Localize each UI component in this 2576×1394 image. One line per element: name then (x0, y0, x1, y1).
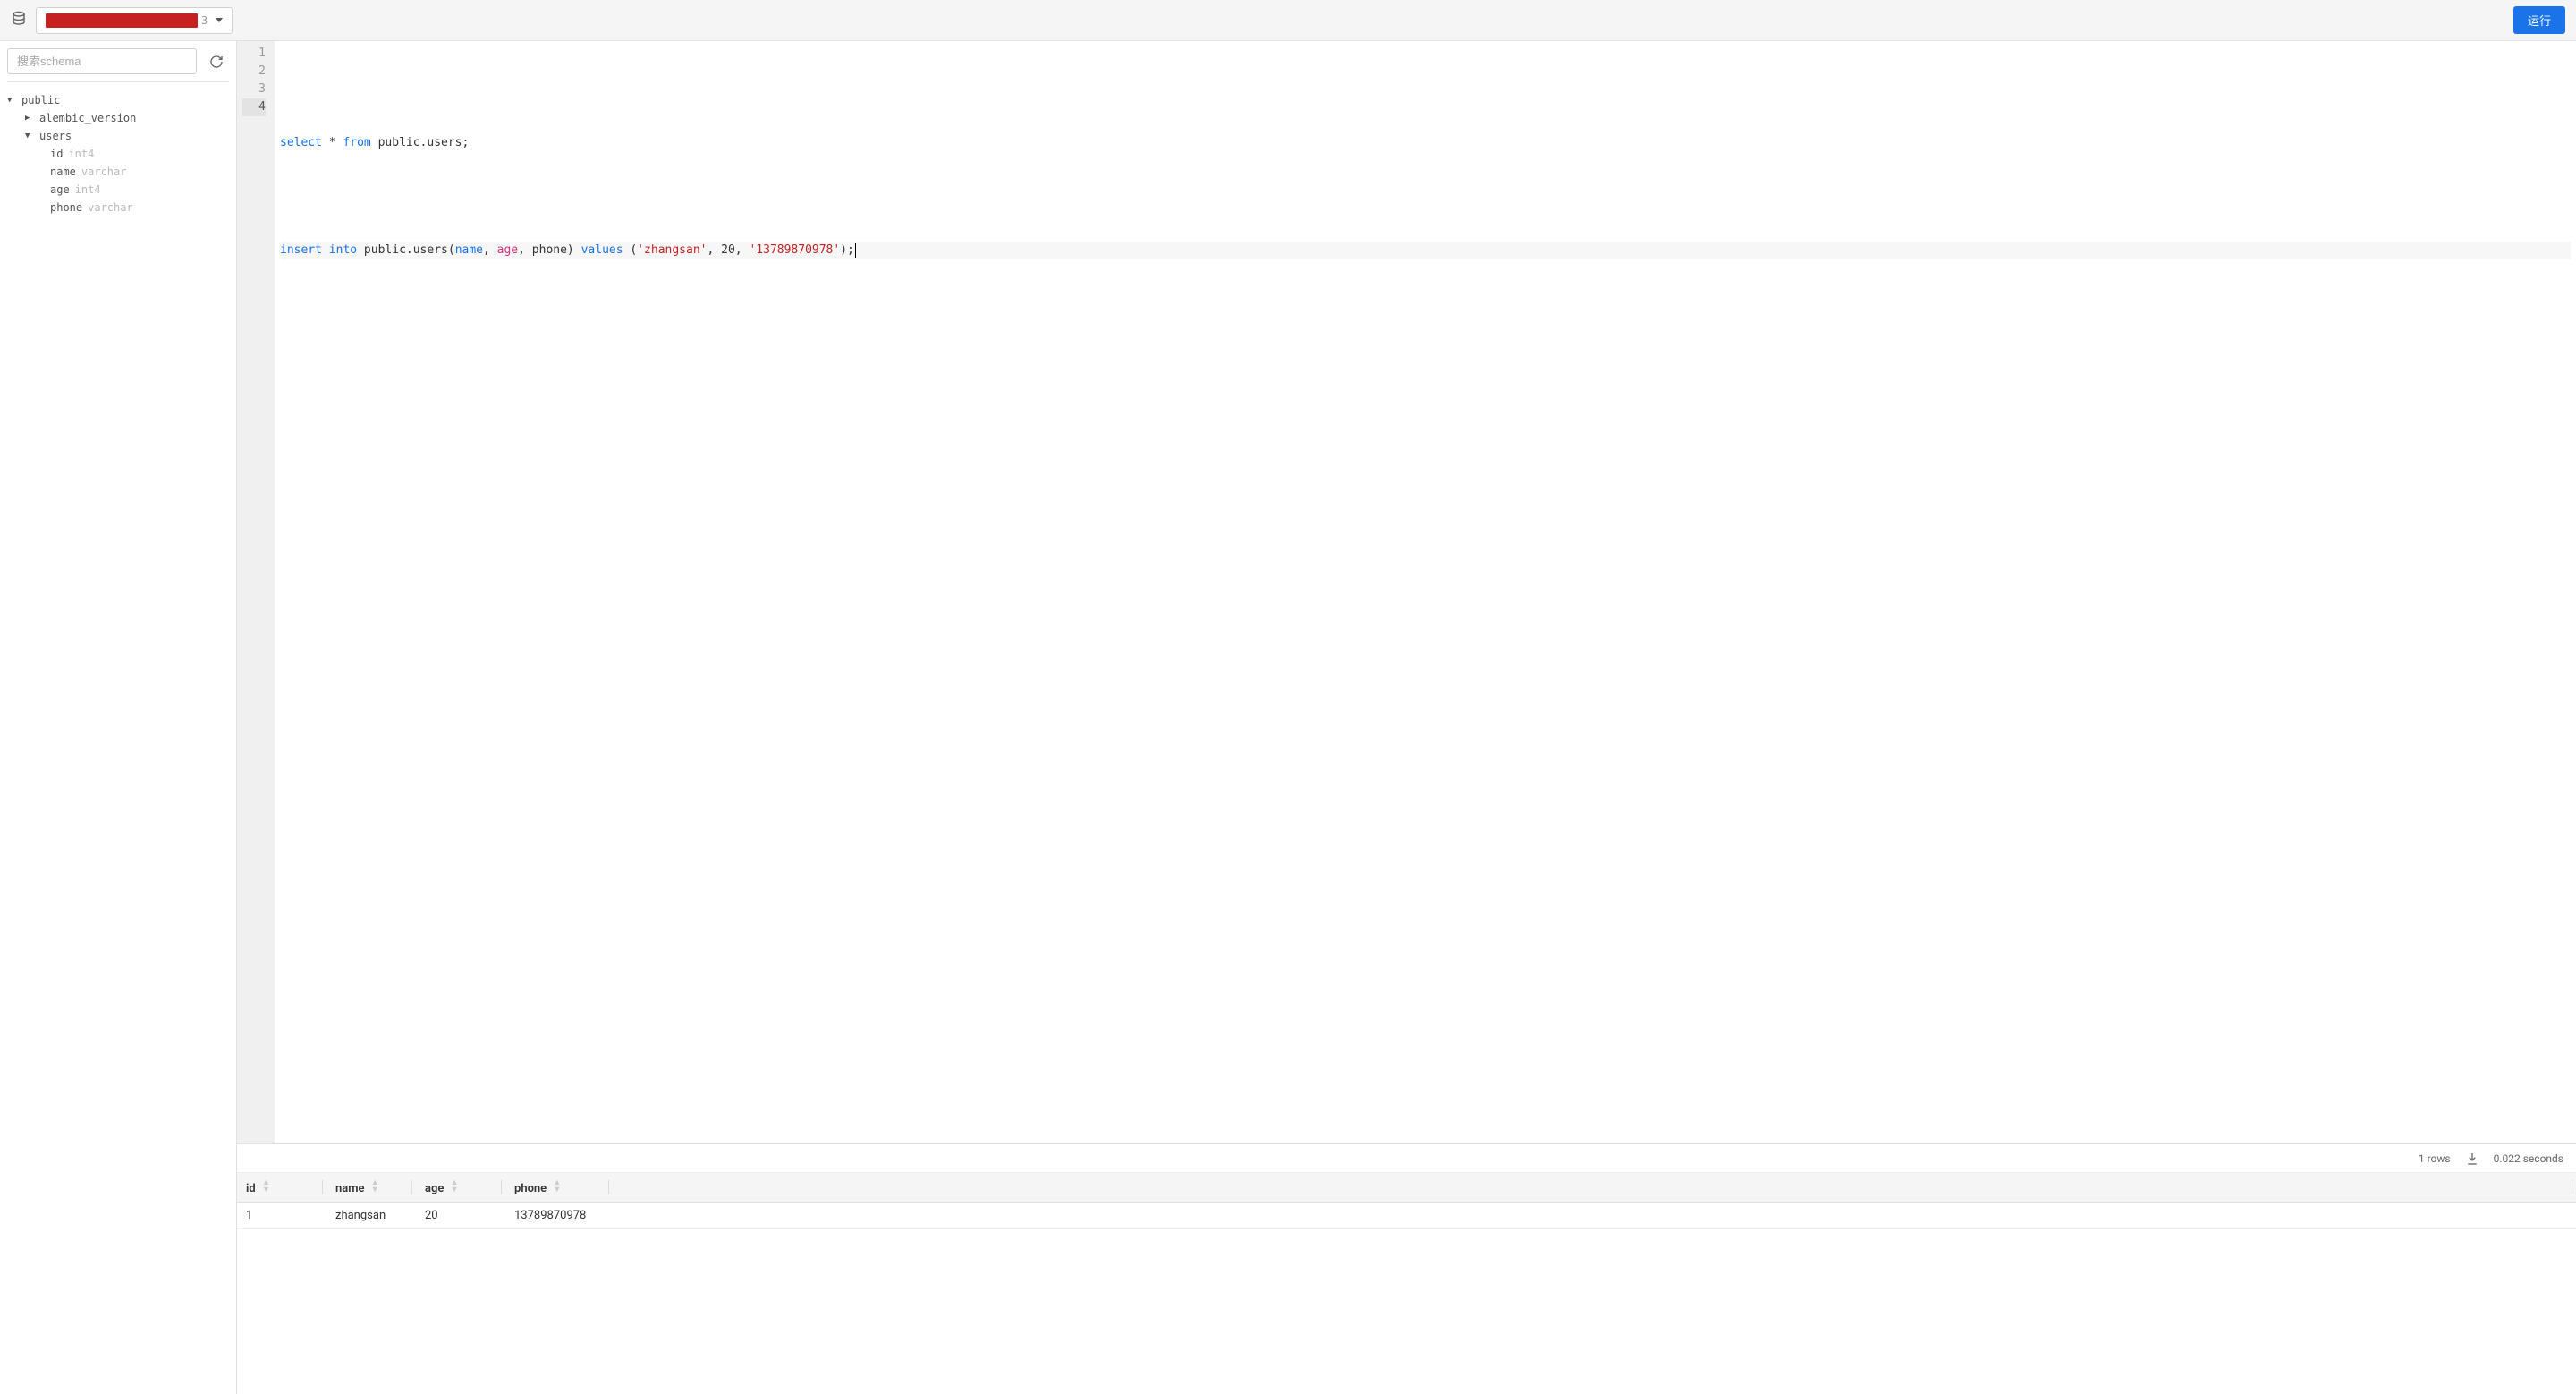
table-node-alembic-version[interactable]: ▶ alembic_version (0, 109, 236, 127)
line-number: 3 (242, 81, 266, 98)
column-node[interactable]: phone varchar (0, 199, 236, 217)
results-query-time: 0.022 seconds (2494, 1152, 2563, 1165)
column-type: varchar (88, 201, 133, 214)
column-type: varchar (81, 166, 127, 178)
column-name: age (50, 183, 70, 196)
results-row-count: 1 rows (2419, 1152, 2451, 1165)
results-header-row: id ▲▼ name ▲▼ age ▲▼ (237, 1173, 2576, 1203)
results-cell (613, 1203, 2576, 1229)
schema-name: public (21, 94, 60, 106)
refresh-schema-button[interactable] (204, 49, 229, 74)
caret-down-icon: ▼ (7, 96, 18, 105)
sql-editor[interactable]: 1 2 3 4 select * from public.users; inse… (237, 41, 2576, 1143)
schema-search-input[interactable] (7, 48, 197, 74)
caret-down-icon: ▼ (25, 132, 36, 140)
sort-icon: ▲▼ (451, 1179, 459, 1194)
schema-tree: ▼ public ▶ alembic_version ▼ users id in… (0, 88, 236, 220)
schema-node-public[interactable]: ▼ public (0, 91, 236, 109)
code-line: insert into public.users(name, age, phon… (280, 242, 2571, 259)
code-line: select * from public.users; (280, 134, 2571, 152)
results-column-header[interactable]: id ▲▼ (237, 1173, 326, 1203)
column-type: int4 (68, 148, 94, 160)
caret-down-icon (216, 18, 223, 22)
results-column-header[interactable]: name ▲▼ (326, 1173, 416, 1203)
line-number: 1 (242, 45, 266, 63)
results-status-bar: 1 rows 0.022 seconds (237, 1144, 2576, 1173)
column-name: phone (50, 201, 82, 214)
results-cell: zhangsan (326, 1203, 416, 1229)
editor-code[interactable]: select * from public.users; insert into … (275, 41, 2576, 1143)
column-node[interactable]: age int4 (0, 181, 236, 199)
column-node[interactable]: name varchar (0, 163, 236, 181)
sort-icon: ▲▼ (262, 1179, 270, 1194)
column-name: name (50, 166, 76, 178)
caret-right-icon: ▶ (25, 114, 36, 123)
results-cell: 20 (416, 1203, 505, 1229)
results-row[interactable]: 1 zhangsan 20 13789870978 (237, 1203, 2576, 1229)
table-node-users[interactable]: ▼ users (0, 127, 236, 145)
results-cell: 13789870978 (505, 1203, 613, 1229)
column-name: id (50, 148, 63, 160)
sort-icon: ▲▼ (553, 1179, 561, 1194)
results-column-header[interactable]: phone ▲▼ (505, 1173, 613, 1203)
run-button[interactable]: 运行 (2513, 6, 2565, 34)
results-column-header[interactable]: age ▲▼ (416, 1173, 505, 1203)
sort-icon: ▲▼ (371, 1179, 379, 1194)
results-panel: 1 rows 0.022 seconds id ▲▼ (237, 1143, 2576, 1394)
column-node[interactable]: id int4 (0, 145, 236, 163)
database-name-redacted (46, 13, 198, 28)
database-selector[interactable]: 3 (36, 7, 233, 34)
schema-sidebar: ▼ public ▶ alembic_version ▼ users id in… (0, 41, 237, 1394)
line-number: 4 (242, 98, 266, 116)
database-name-tail: 3 (201, 14, 208, 27)
database-icon (11, 11, 27, 30)
results-column-spacer (613, 1173, 2576, 1203)
table-name: alembic_version (39, 112, 136, 124)
table-name: users (39, 130, 72, 142)
top-toolbar: 3 运行 (0, 0, 2576, 41)
line-number: 2 (242, 63, 266, 81)
code-line (280, 81, 2571, 98)
text-cursor (855, 243, 856, 258)
results-table: id ▲▼ name ▲▼ age ▲▼ (237, 1173, 2576, 1229)
code-line (280, 188, 2571, 206)
column-type: int4 (75, 183, 101, 196)
download-icon[interactable] (2465, 1152, 2479, 1166)
editor-gutter: 1 2 3 4 (237, 41, 275, 1143)
results-cell: 1 (237, 1203, 326, 1229)
